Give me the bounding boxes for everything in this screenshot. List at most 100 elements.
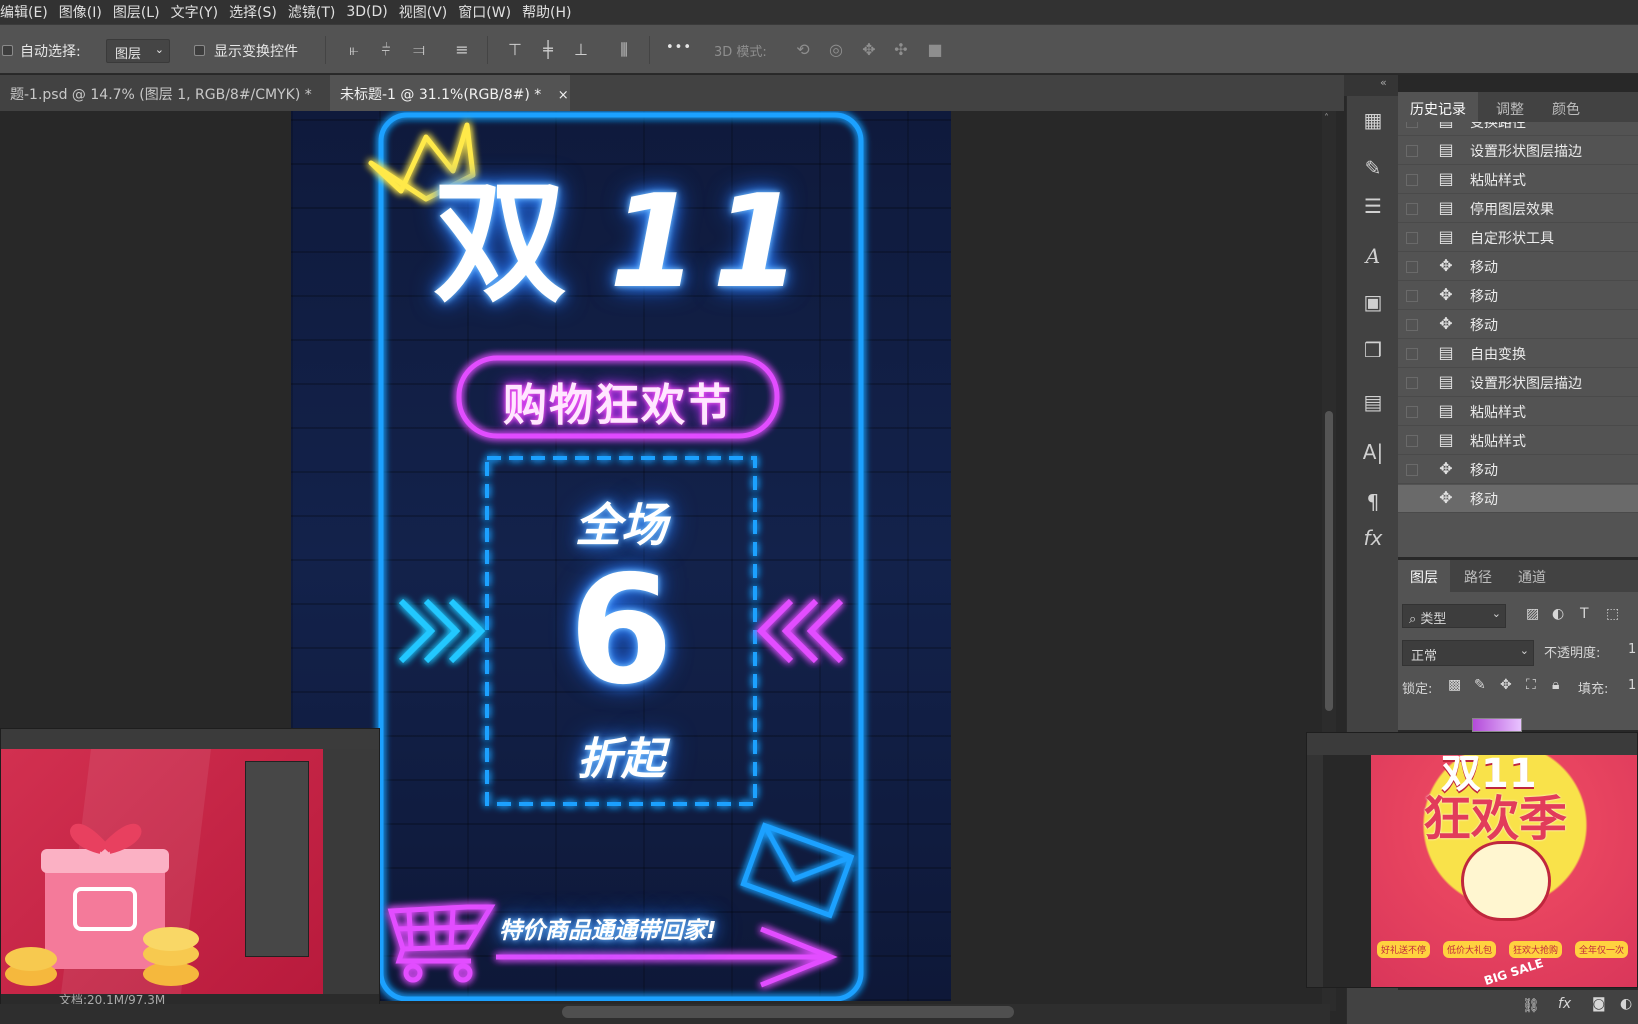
show-transform-checkbox[interactable] bbox=[194, 45, 205, 56]
swatches-icon[interactable]: ▣ bbox=[1359, 288, 1387, 316]
menu-window[interactable]: 窗口(W) bbox=[458, 2, 511, 22]
history-snapshot-checkbox[interactable] bbox=[1406, 261, 1418, 273]
libraries-icon[interactable]: ❒ bbox=[1359, 336, 1387, 364]
scroll-up-icon[interactable]: ˄ bbox=[1324, 113, 1329, 124]
history-item[interactable]: ▤ 设置形状图层描边 bbox=[1398, 369, 1638, 397]
tab-document-1[interactable]: 题-1.psd @ 14.7% (图层 1, RGB/8#/CMYK) * × bbox=[0, 75, 339, 111]
close-icon[interactable]: × bbox=[558, 88, 569, 103]
poster-footer-text: 特价商品通通带回家! bbox=[499, 918, 717, 944]
menu-view[interactable]: 视图(V) bbox=[399, 2, 448, 22]
menu-layer[interactable]: 图层(L) bbox=[113, 2, 160, 22]
history-item[interactable]: ▤ 停用图层效果 bbox=[1398, 195, 1638, 223]
properties-icon[interactable]: ☰ bbox=[1359, 192, 1387, 220]
filter-image-icon[interactable]: ▨ bbox=[1526, 606, 1539, 622]
menu-type[interactable]: 文字(Y) bbox=[171, 2, 218, 22]
menu-image[interactable]: 图像(I) bbox=[59, 2, 102, 22]
tab-adjustments[interactable]: 调整 bbox=[1484, 92, 1536, 122]
lock-pixels-icon[interactable]: ✎ bbox=[1474, 677, 1486, 693]
layer-thumbnail[interactable] bbox=[1472, 718, 1522, 732]
info-icon[interactable]: ▤ bbox=[1359, 388, 1387, 416]
tab-layers[interactable]: 图层 bbox=[1398, 560, 1450, 592]
filter-adjustment-icon[interactable]: ◐ bbox=[1552, 606, 1564, 622]
tab-channels[interactable]: 通道 bbox=[1506, 560, 1558, 592]
distribute-vertical-icon[interactable]: ⫼ bbox=[613, 39, 635, 61]
styles-icon[interactable]: fx bbox=[1359, 524, 1387, 552]
lock-transparent-icon[interactable]: ▩ bbox=[1448, 677, 1461, 693]
history-item[interactable]: ✥ 移动 bbox=[1398, 485, 1638, 513]
glyphs-icon[interactable]: A bbox=[1359, 242, 1387, 270]
scroll-thumb[interactable] bbox=[1325, 411, 1333, 711]
lock-all-icon[interactable]: 🔒︎ bbox=[1552, 677, 1559, 693]
preview-thumbnail-left[interactable]: 文档:20.1M/97.3M bbox=[0, 728, 380, 1006]
link-layers-icon[interactable]: ⛓ bbox=[1522, 998, 1540, 1014]
adjustment-layer-icon[interactable]: ◐ bbox=[1620, 996, 1632, 1012]
character-icon[interactable]: A| bbox=[1359, 438, 1387, 466]
history-snapshot-checkbox[interactable] bbox=[1406, 319, 1418, 331]
menu-select[interactable]: 选择(S) bbox=[229, 2, 277, 22]
history-snapshot-checkbox[interactable] bbox=[1406, 435, 1418, 447]
auto-select-dropdown[interactable]: 图层 ⌄ bbox=[106, 39, 170, 63]
layer-filter-select[interactable]: ⌕ 类型 ⌄ bbox=[1402, 604, 1506, 628]
poster-canvas[interactable]: 双 11 购物狂欢节 全场 6 折起 特价商品通通带回家! bbox=[291, 111, 951, 1001]
history-snapshot-checkbox[interactable] bbox=[1406, 122, 1418, 128]
layer-style-icon[interactable]: fx bbox=[1558, 996, 1571, 1012]
history-snapshot-checkbox[interactable] bbox=[1406, 203, 1418, 215]
history-item[interactable]: ✥ 移动 bbox=[1398, 311, 1638, 339]
history-snapshot-checkbox[interactable] bbox=[1406, 377, 1418, 389]
tab-history[interactable]: 历史记录 bbox=[1398, 92, 1478, 122]
preview-thumbnail-right[interactable]: 双11 狂欢季 好礼送不停 低价大礼包 狂欢大抢购 全年仅一次 BIG SALE bbox=[1306, 732, 1638, 988]
align-bottom-icon[interactable]: ⊥ bbox=[570, 39, 592, 61]
add-mask-icon[interactable]: ◙ bbox=[1592, 996, 1606, 1012]
auto-select-checkbox[interactable] bbox=[2, 45, 13, 56]
tab-color[interactable]: 颜色 bbox=[1540, 92, 1592, 122]
align-vcenter-icon[interactable]: ╪ bbox=[537, 39, 559, 61]
history-item[interactable]: ▤ 粘贴样式 bbox=[1398, 427, 1638, 455]
menu-edit[interactable]: 编辑(E) bbox=[0, 2, 48, 22]
3d-pan-icon[interactable]: ✥ bbox=[858, 39, 880, 61]
collapse-icon[interactable]: « bbox=[1380, 76, 1387, 89]
menu-3d[interactable]: 3D(D) bbox=[346, 4, 387, 20]
lock-artboard-icon[interactable]: ⛶ bbox=[1526, 677, 1536, 693]
align-left-icon[interactable]: ⫦ bbox=[343, 39, 365, 61]
filter-type-icon[interactable]: T bbox=[1580, 606, 1589, 622]
history-snapshot-checkbox[interactable] bbox=[1406, 174, 1418, 186]
history-snapshot-checkbox[interactable] bbox=[1406, 493, 1418, 505]
history-item[interactable]: ▤ 自定形状工具 bbox=[1398, 224, 1638, 252]
history-snapshot-checkbox[interactable] bbox=[1406, 232, 1418, 244]
paragraph-icon[interactable]: ¶ bbox=[1359, 488, 1387, 516]
history-snapshot-checkbox[interactable] bbox=[1406, 406, 1418, 418]
horizontal-scroll-thumb[interactable] bbox=[562, 1006, 1014, 1018]
fill-value[interactable]: 1 bbox=[1628, 678, 1636, 693]
menu-help[interactable]: 帮助(H) bbox=[522, 2, 571, 22]
align-hcenter-icon[interactable]: ⫩ bbox=[375, 39, 397, 61]
history-item[interactable]: ✥ 移动 bbox=[1398, 456, 1638, 484]
align-right-icon[interactable]: ⫤ bbox=[408, 39, 430, 61]
history-snapshot-checkbox[interactable] bbox=[1406, 145, 1418, 157]
tab-paths[interactable]: 路径 bbox=[1452, 560, 1504, 592]
history-item[interactable]: ▤ 粘贴样式 bbox=[1398, 398, 1638, 426]
blend-mode-select[interactable]: 正常 ⌄ bbox=[1402, 640, 1534, 666]
brush-settings-icon[interactable]: ✎ bbox=[1359, 154, 1387, 182]
menu-filter[interactable]: 滤镜(T) bbox=[288, 2, 335, 22]
opacity-value[interactable]: 1 bbox=[1628, 642, 1636, 657]
tab-document-2[interactable]: 未标题-1 @ 31.1%(RGB/8#) * × bbox=[330, 75, 570, 111]
history-item[interactable]: ▤ 设置形状图层描边 bbox=[1398, 137, 1638, 165]
history-item[interactable]: ✥ 移动 bbox=[1398, 253, 1638, 281]
grid-icon[interactable]: ▦ bbox=[1359, 106, 1387, 134]
history-snapshot-checkbox[interactable] bbox=[1406, 464, 1418, 476]
more-options-button[interactable]: ••• bbox=[666, 40, 692, 55]
3d-orbit-icon[interactable]: ⟲ bbox=[792, 39, 814, 61]
history-item[interactable]: ✥ 移动 bbox=[1398, 282, 1638, 310]
align-top-icon[interactable]: ⊤ bbox=[504, 39, 526, 61]
3d-slide-icon[interactable]: ✣ bbox=[890, 39, 912, 61]
history-item[interactable]: ▤ 粘贴样式 bbox=[1398, 166, 1638, 194]
history-snapshot-checkbox[interactable] bbox=[1406, 348, 1418, 360]
history-item[interactable]: ▤ 自由变换 bbox=[1398, 340, 1638, 368]
history-snapshot-checkbox[interactable] bbox=[1406, 290, 1418, 302]
distribute-icon[interactable]: ≡ bbox=[451, 39, 473, 61]
filter-shape-icon[interactable]: ⬚ bbox=[1606, 606, 1619, 622]
lock-position-icon[interactable]: ✥ bbox=[1500, 677, 1512, 693]
3d-camera-icon[interactable]: ■ bbox=[924, 39, 946, 61]
3d-roll-icon[interactable]: ◎ bbox=[825, 39, 847, 61]
history-item[interactable]: ▤ 变换路径 bbox=[1398, 122, 1638, 136]
